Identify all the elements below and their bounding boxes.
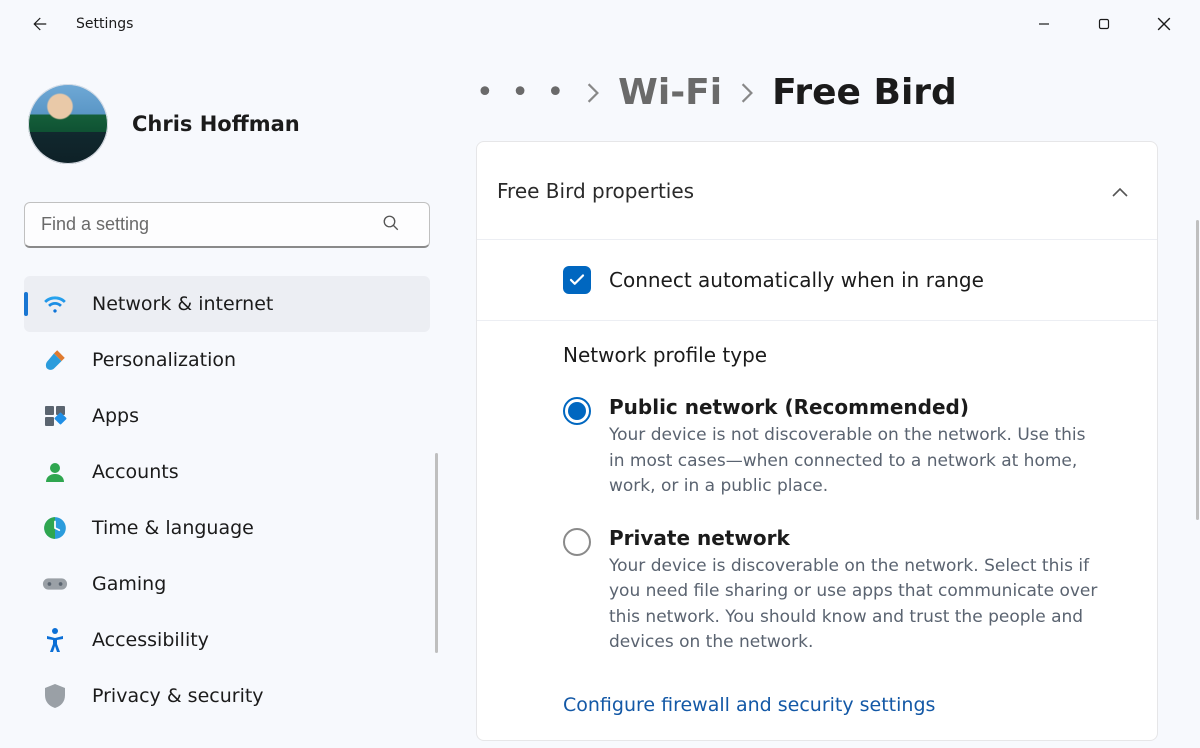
auto-connect-row: Connect automatically when in range — [477, 240, 1157, 321]
app-title: Settings — [76, 16, 133, 32]
sidebar-item-label: Accessibility — [92, 629, 209, 651]
profile-block[interactable]: Chris Hoffman — [24, 72, 430, 180]
section-title: Network profile type — [563, 343, 1137, 367]
shield-icon — [42, 683, 68, 709]
profile-name: Chris Hoffman — [132, 112, 300, 136]
search-wrap — [24, 202, 430, 248]
chevron-right-icon — [740, 82, 754, 104]
window-controls — [1014, 4, 1194, 44]
sidebar: Chris Hoffman Network & internet Persona… — [0, 48, 440, 748]
nav-list: Network & internet Personalization Apps … — [24, 276, 430, 724]
network-profile-section: Network profile type Public network (Rec… — [477, 321, 1157, 692]
sidebar-item-network[interactable]: Network & internet — [24, 276, 430, 332]
card-title: Free Bird properties — [497, 179, 694, 203]
radio-public[interactable]: Public network (Recommended) Your device… — [563, 395, 1137, 500]
sidebar-item-privacy[interactable]: Privacy & security — [24, 668, 430, 724]
breadcrumb-parent[interactable]: Wi-Fi — [618, 72, 722, 113]
radio-public-desc: Your device is not discoverable on the n… — [609, 423, 1099, 500]
clock-globe-icon — [42, 515, 68, 541]
firewall-link[interactable]: Configure firewall and security settings — [563, 694, 935, 716]
sidebar-item-label: Personalization — [92, 349, 236, 371]
nav-scrollbar[interactable] — [435, 453, 438, 653]
card-header[interactable]: Free Bird properties — [477, 142, 1157, 240]
paintbrush-icon — [42, 347, 68, 373]
sidebar-item-label: Privacy & security — [92, 685, 264, 707]
radio-private-desc: Your device is discoverable on the netwo… — [609, 554, 1099, 656]
breadcrumb: • • • Wi-Fi Free Bird — [476, 72, 1164, 113]
back-button[interactable] — [18, 4, 58, 44]
back-arrow-icon — [29, 15, 47, 33]
breadcrumb-current: Free Bird — [772, 72, 957, 113]
radio-private[interactable]: Private network Your device is discovera… — [563, 526, 1137, 656]
sidebar-item-label: Time & language — [92, 517, 254, 539]
radio-private-title: Private network — [609, 526, 1099, 550]
sidebar-item-label: Gaming — [92, 573, 166, 595]
accessibility-icon — [42, 627, 68, 653]
wifi-icon — [42, 291, 68, 317]
radio-button-private[interactable] — [563, 528, 591, 556]
sidebar-item-accessibility[interactable]: Accessibility — [24, 612, 430, 668]
chevron-right-icon — [586, 82, 600, 104]
search-input[interactable] — [24, 202, 430, 248]
sidebar-item-gaming[interactable]: Gaming — [24, 556, 430, 612]
content-scrollbar[interactable] — [1196, 220, 1199, 520]
maximize-icon — [1098, 18, 1110, 30]
sidebar-item-label: Accounts — [92, 461, 179, 483]
checkmark-icon — [568, 271, 586, 289]
radio-public-title: Public network (Recommended) — [609, 395, 1099, 419]
auto-connect-checkbox[interactable] — [563, 266, 591, 294]
avatar — [28, 84, 108, 164]
person-icon — [42, 459, 68, 485]
minimize-icon — [1038, 18, 1050, 30]
gamepad-icon — [42, 571, 68, 597]
sidebar-item-personalization[interactable]: Personalization — [24, 332, 430, 388]
breadcrumb-ellipsis[interactable]: • • • — [476, 78, 568, 108]
sidebar-item-apps[interactable]: Apps — [24, 388, 430, 444]
maximize-button[interactable] — [1074, 4, 1134, 44]
minimize-button[interactable] — [1014, 4, 1074, 44]
close-button[interactable] — [1134, 4, 1194, 44]
close-icon — [1157, 17, 1171, 31]
auto-connect-label: Connect automatically when in range — [609, 268, 984, 292]
firewall-link-row: Configure firewall and security settings — [477, 692, 1157, 740]
sidebar-item-label: Network & internet — [92, 293, 273, 315]
chevron-up-icon — [1111, 179, 1129, 203]
properties-card: Free Bird properties Connect automatical… — [476, 141, 1158, 741]
title-bar: Settings — [0, 0, 1200, 48]
apps-icon — [42, 403, 68, 429]
sidebar-item-label: Apps — [92, 405, 139, 427]
main-content: • • • Wi-Fi Free Bird Free Bird properti… — [440, 48, 1200, 748]
sidebar-item-accounts[interactable]: Accounts — [24, 444, 430, 500]
sidebar-item-time-language[interactable]: Time & language — [24, 500, 430, 556]
radio-button-public[interactable] — [563, 397, 591, 425]
